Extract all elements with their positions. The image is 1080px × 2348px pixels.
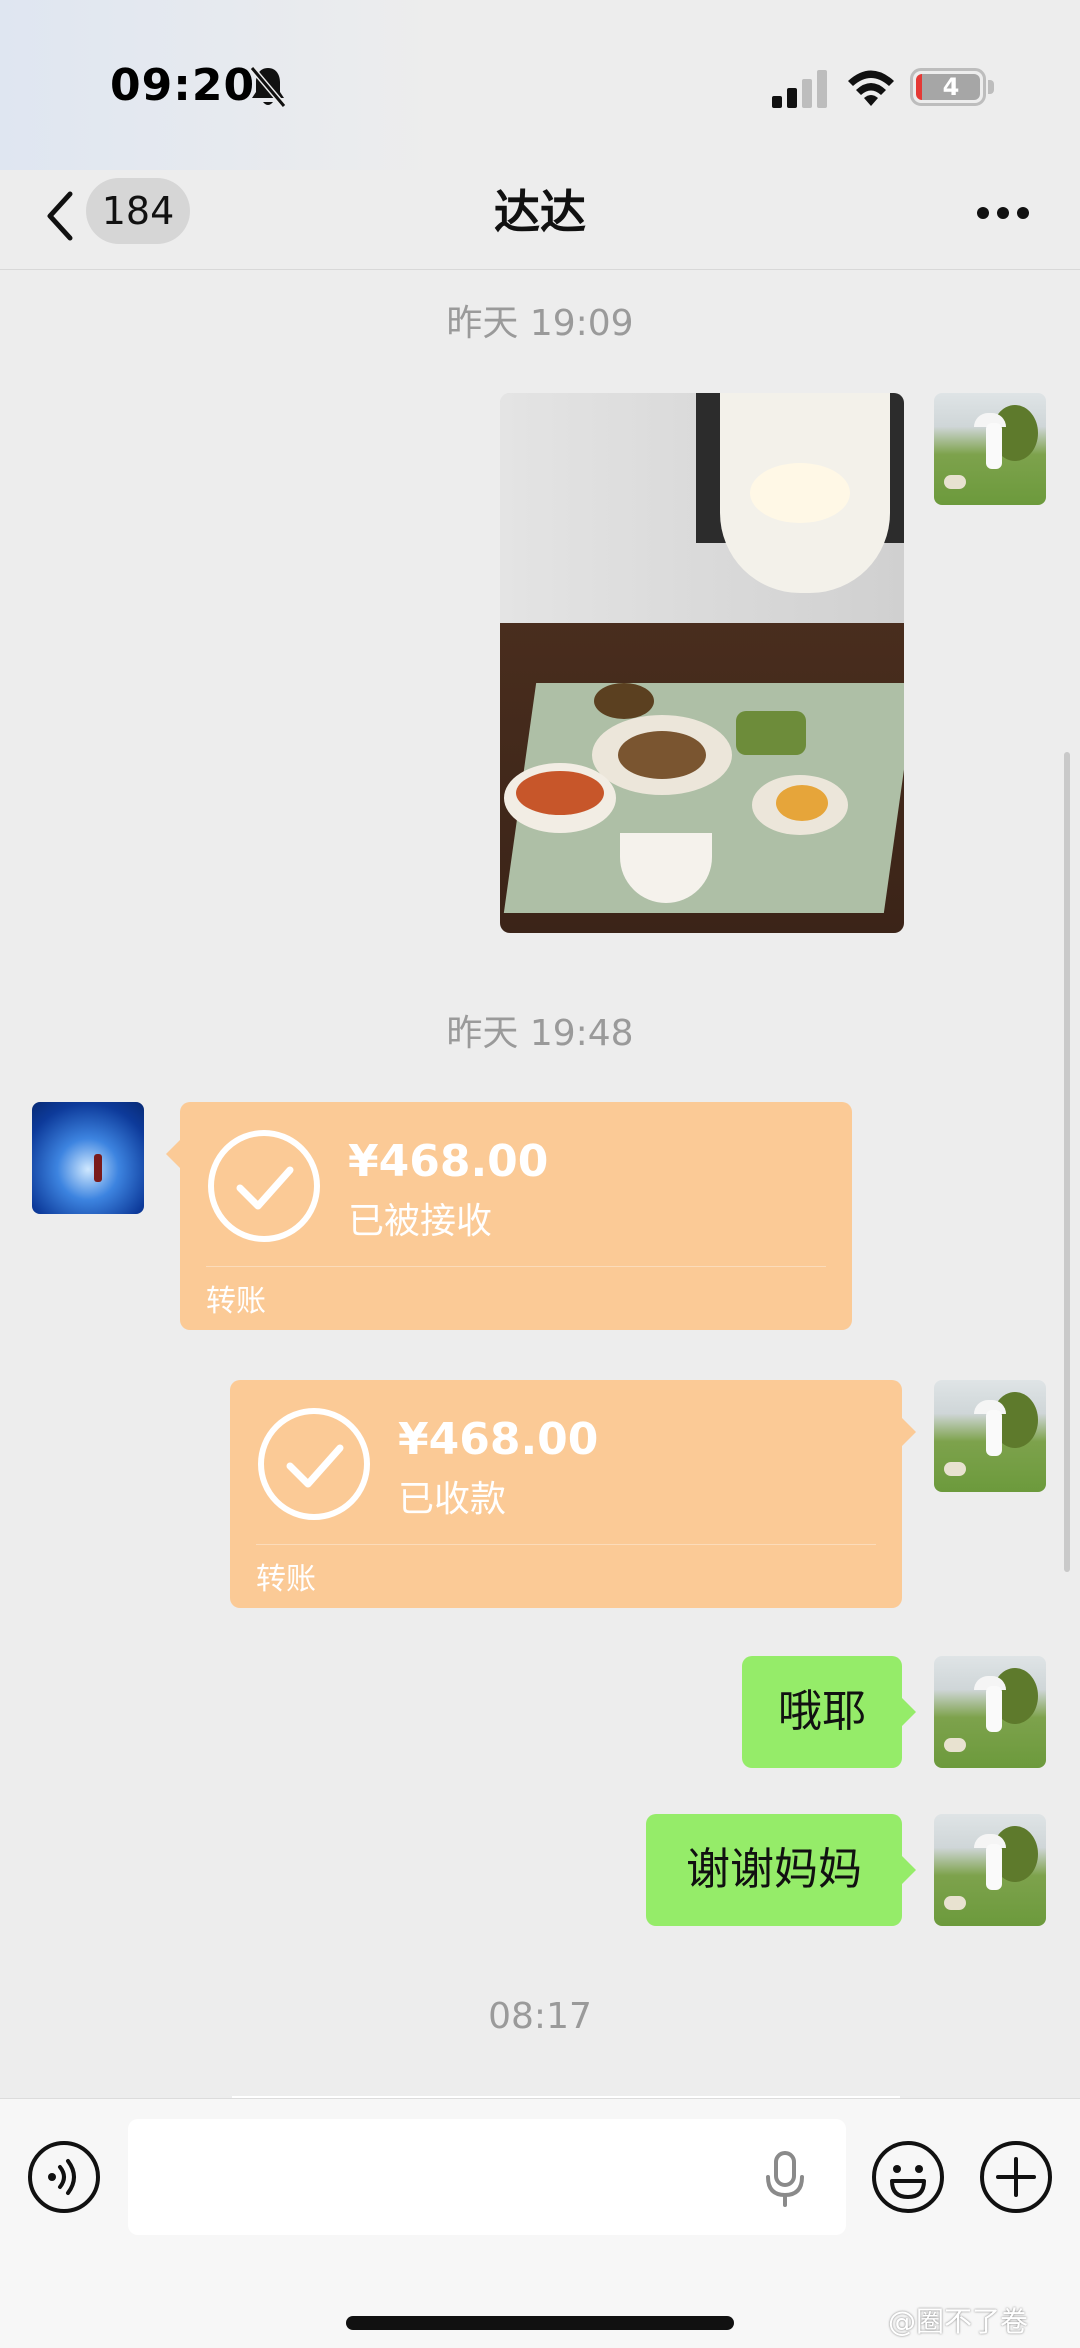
avatar-sheep	[944, 475, 966, 489]
wifi-icon	[848, 70, 894, 106]
transfer-amount: ¥468.00	[348, 1136, 549, 1187]
watermark: @圈不了卷	[888, 2305, 1029, 2338]
photo-flowers	[750, 463, 850, 523]
unread-count-badge[interactable]: 184	[86, 178, 190, 244]
avatar-self[interactable]	[934, 1380, 1046, 1492]
voice-mode-icon[interactable]	[26, 2139, 102, 2215]
avatar-person	[986, 1844, 1002, 1890]
bubble-tail	[902, 1698, 916, 1726]
message-input[interactable]	[128, 2119, 846, 2235]
plus-more-icon[interactable]	[978, 2139, 1054, 2215]
chat-title: 达达	[494, 185, 586, 239]
home-indicator[interactable]	[346, 2316, 734, 2330]
transfer-status: 已收款	[398, 1479, 507, 1520]
transfer-card-received[interactable]: ¥468.00 已被接收 转账	[180, 1102, 852, 1330]
status-bar: 09:20 4	[0, 0, 1080, 170]
battery-tip	[988, 80, 994, 94]
chat-header: 184 达达	[0, 170, 1080, 270]
avatar-figure	[94, 1154, 102, 1182]
avatar-contact[interactable]	[32, 1102, 144, 1214]
microphone-icon[interactable]	[762, 2151, 808, 2207]
avatar-self[interactable]	[934, 1656, 1046, 1768]
transfer-card-collected[interactable]: ¥468.00 已收款 转账	[230, 1380, 902, 1608]
bubble-tail	[902, 1856, 916, 1884]
back-chevron-icon[interactable]	[40, 186, 80, 246]
sent-text-message[interactable]: 哦耶	[742, 1656, 902, 1768]
message-timestamp: 昨天 19:09	[446, 303, 634, 344]
avatar-self[interactable]	[934, 393, 1046, 505]
bubble-tail	[902, 1418, 916, 1446]
transfer-amount: ¥468.00	[398, 1414, 599, 1465]
sent-text-message[interactable]: 谢谢妈妈	[646, 1814, 902, 1926]
avatar-sheep	[944, 1896, 966, 1910]
cellular-signal-icon	[772, 70, 827, 108]
message-timestamp: 昨天 19:48	[446, 1013, 634, 1054]
transfer-label: 转账	[256, 1562, 316, 1597]
photo-pasta	[516, 771, 604, 815]
avatar-person	[986, 423, 1002, 469]
transfer-label: 转账	[206, 1284, 266, 1319]
photo-dish	[594, 683, 654, 719]
avatar-person	[986, 1686, 1002, 1732]
avatar-sheep	[944, 1462, 966, 1476]
scrollbar[interactable]	[1064, 752, 1070, 1572]
avatar-sheep	[944, 1738, 966, 1752]
photo-main-dish	[618, 731, 706, 779]
avatar-self[interactable]	[934, 1814, 1046, 1926]
emoji-icon[interactable]	[870, 2139, 946, 2215]
check-circle-icon	[208, 1130, 320, 1242]
battery-level: 4	[916, 74, 980, 100]
transfer-divider	[256, 1544, 876, 1545]
transfer-divider	[206, 1266, 826, 1267]
bell-muted-icon	[249, 66, 287, 108]
photo-message[interactable]	[500, 393, 904, 933]
transfer-status: 已被接收	[348, 1201, 493, 1242]
photo-squash	[776, 785, 828, 821]
more-options-icon[interactable]	[976, 206, 1030, 220]
status-time: 09:20	[110, 60, 256, 111]
check-circle-icon	[258, 1408, 370, 1520]
battery-indicator: 4	[910, 68, 986, 106]
photo-salad	[736, 711, 806, 755]
avatar-person	[986, 1410, 1002, 1456]
bubble-tail	[166, 1140, 180, 1168]
message-timestamp: 08:17	[488, 1996, 592, 2037]
